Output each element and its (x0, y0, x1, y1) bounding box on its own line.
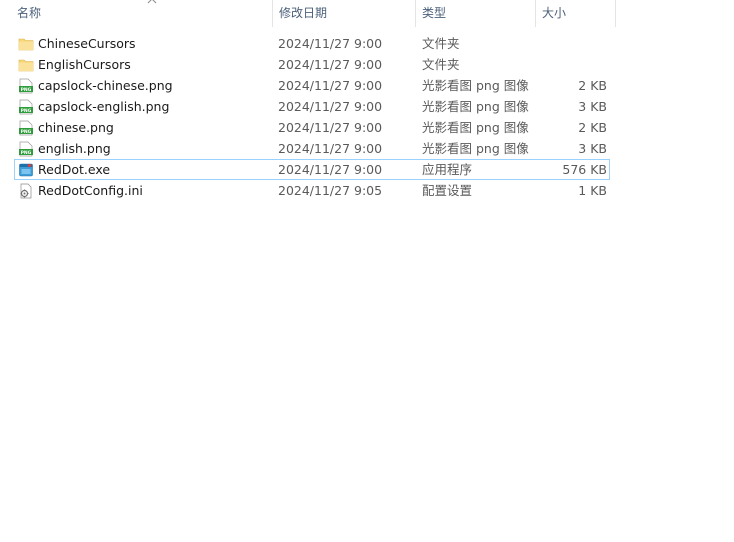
svg-text:PNG: PNG (21, 87, 32, 93)
file-size: 2 KB (578, 78, 607, 93)
png-file-icon: PNG (19, 141, 33, 157)
png-file-icon: PNG (19, 99, 33, 115)
file-date: 2024/11/27 9:05 (278, 183, 383, 198)
file-type: 应用程序 (422, 162, 473, 177)
folder-icon (18, 59, 34, 72)
png-file-icon: PNG (19, 120, 33, 136)
file-type: 光影看图 png 图像 (422, 120, 529, 135)
file-date: 2024/11/27 9:00 (278, 141, 383, 156)
file-type: 光影看图 png 图像 (422, 99, 529, 114)
file-type: 配置设置 (422, 183, 473, 198)
file-date: 2024/11/27 9:00 (278, 99, 383, 114)
file-date: 2024/11/27 9:00 (278, 162, 383, 177)
exe-file-icon (19, 163, 33, 177)
file-row-capslock-english-png[interactable]: PNG capslock-english.png 2024/11/27 9:00… (14, 96, 610, 117)
file-name: chinese.png (38, 120, 114, 135)
file-name: capslock-english.png (38, 99, 170, 114)
file-date: 2024/11/27 9:00 (278, 78, 383, 93)
column-header-bar: 名称 修改日期 类型 大小 (0, 0, 734, 27)
svg-text:PNG: PNG (21, 129, 32, 135)
file-name: capslock-chinese.png (38, 78, 173, 93)
file-date: 2024/11/27 9:00 (278, 36, 383, 51)
column-header-type[interactable]: 类型 (416, 0, 536, 27)
file-row-capslock-chinese-png[interactable]: PNG capslock-chinese.png 2024/11/27 9:00… (14, 75, 610, 96)
column-header-date[interactable]: 修改日期 (273, 0, 416, 27)
file-name: RedDotConfig.ini (38, 183, 143, 198)
column-header-size-label: 大小 (542, 6, 567, 20)
file-size: 1 KB (578, 183, 607, 198)
column-header-type-label: 类型 (422, 6, 447, 20)
file-date: 2024/11/27 9:00 (278, 57, 383, 72)
file-type: 文件夹 (422, 36, 460, 51)
file-row-reddotconfig-ini[interactable]: RedDotConfig.ini 2024/11/27 9:05 配置设置 1 … (14, 180, 610, 201)
file-row-chinesecursors[interactable]: ChineseCursors 2024/11/27 9:00 文件夹 (14, 33, 610, 54)
column-header-size[interactable]: 大小 (536, 0, 616, 27)
column-header-date-label: 修改日期 (279, 6, 328, 20)
file-size: 3 KB (578, 99, 607, 114)
file-row-englishcursors[interactable]: EnglishCursors 2024/11/27 9:00 文件夹 (14, 54, 610, 75)
ini-file-icon (20, 183, 32, 199)
svg-text:PNG: PNG (21, 150, 32, 156)
column-header-name-label: 名称 (17, 6, 42, 20)
column-header-name[interactable]: 名称 (11, 0, 273, 27)
file-type: 光影看图 png 图像 (422, 141, 529, 156)
file-size: 2 KB (578, 120, 607, 135)
file-name: ChineseCursors (38, 36, 136, 51)
file-row-english-png[interactable]: PNG english.png 2024/11/27 9:00 光影看图 png… (14, 138, 610, 159)
folder-icon (18, 38, 34, 51)
file-name: EnglishCursors (38, 57, 131, 72)
file-type: 光影看图 png 图像 (422, 78, 529, 93)
svg-text:PNG: PNG (21, 108, 32, 114)
png-file-icon: PNG (19, 78, 33, 94)
file-name: RedDot.exe (38, 162, 111, 177)
file-row-reddot-exe[interactable]: RedDot.exe 2024/11/27 9:00 应用程序 576 KB (14, 159, 610, 180)
sort-ascending-icon (147, 0, 157, 4)
file-row-chinese-png[interactable]: PNG chinese.png 2024/11/27 9:00 光影看图 png… (14, 117, 610, 138)
file-date: 2024/11/27 9:00 (278, 120, 383, 135)
file-name: english.png (38, 141, 111, 156)
file-size: 3 KB (578, 141, 607, 156)
file-type: 文件夹 (422, 57, 460, 72)
file-size: 576 KB (562, 162, 607, 177)
